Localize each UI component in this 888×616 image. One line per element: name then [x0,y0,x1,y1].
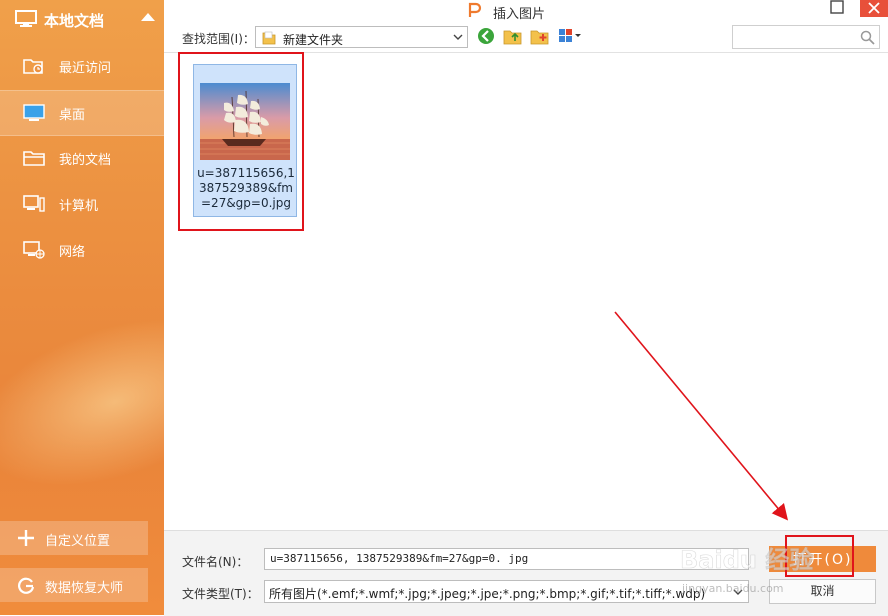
filename-label: 文件名(N)： [182,555,249,569]
sidebar-item-recent[interactable]: 最近访问 [0,44,164,88]
look-in-label: 查找范围(I)： [182,32,255,46]
open-button[interactable]: 打开(O) [769,546,876,572]
data-recovery-button[interactable]: 数据恢复大师 [0,568,148,602]
filetype-label: 文件类型(T)： [182,587,259,601]
view-menu-icon[interactable] [557,26,585,46]
sidebar-item-computer[interactable]: 计算机 [0,182,164,226]
computer-icon [23,195,45,212]
up-folder-icon[interactable] [503,26,523,46]
data-recovery-label: 数据恢复大师 [45,581,124,596]
chevron-down-icon [733,589,743,595]
filetype-value: 所有图片(*.emf;*.wmf;*.jpg;*.jpeg;*.jpe;*.pn… [269,587,706,601]
back-icon[interactable] [476,26,496,46]
search-icon[interactable] [860,30,875,45]
search-box[interactable] [732,25,880,49]
sidebar-item-network[interactable]: 网络 [0,228,164,272]
sidebar-item-label: 网络 [59,245,86,260]
file-thumbnail [200,83,290,160]
sidebar-item-label: 计算机 [59,199,99,214]
custom-location-label: 自定义位置 [45,534,111,549]
look-in-value: 新建文件夹 [283,33,344,47]
monitor-icon [15,10,37,27]
window-title: 插入图片 [493,7,546,22]
folder-icon [262,31,276,45]
close-button[interactable] [860,0,888,17]
look-in-dropdown[interactable]: 新建文件夹 [255,26,468,48]
sidebar-title: 本地文档 [44,12,105,30]
new-folder-icon[interactable] [530,26,550,46]
file-item[interactable]: u=387115656,1387529389&fm=27&gp=0.jpg [193,64,297,217]
network-icon [23,241,45,259]
close-icon [868,2,880,14]
plus-icon [18,530,34,546]
sidebar-header[interactable]: 本地文档 [0,0,164,40]
sidebar-item-label: 桌面 [59,108,86,123]
recovery-icon [18,577,35,594]
file-name: u=387115656,1387529389&fm=27&gp=0.jpg [197,166,295,210]
open-button-label: 打开(O) [792,552,853,568]
recent-folder-icon [23,59,43,74]
sidebar-item-label: 最近访问 [59,61,112,76]
file-list[interactable]: u=387115656,1387529389&fm=27&gp=0.jpg [164,52,888,531]
custom-location-button[interactable]: 自定义位置 [0,521,148,555]
desktop-icon [23,104,45,121]
search-input[interactable] [736,28,858,48]
ship-image [200,83,290,160]
sidebar-item-my-documents[interactable]: 我的文档 [0,136,164,180]
collapse-caret-icon[interactable] [141,13,155,21]
cancel-button[interactable]: 取消 [769,579,876,604]
filename-input[interactable]: u=387115656, 1387529389&fm=27&gp=0. jpg [264,548,749,570]
sidebar-item-label: 我的文档 [59,153,112,168]
wps-logo-icon [468,2,482,17]
sidebar: 本地文档 最近访问 桌面 我的文档 计算机 网络 自定义位置 数据恢复大师 [0,0,164,615]
sidebar-item-desktop[interactable]: 桌面 [0,90,164,136]
filetype-dropdown[interactable]: 所有图片(*.emf;*.wmf;*.jpg;*.jpeg;*.jpe;*.pn… [264,580,749,603]
maximize-icon[interactable] [828,0,846,16]
folder-icon [23,151,45,166]
chevron-down-icon [453,34,463,40]
